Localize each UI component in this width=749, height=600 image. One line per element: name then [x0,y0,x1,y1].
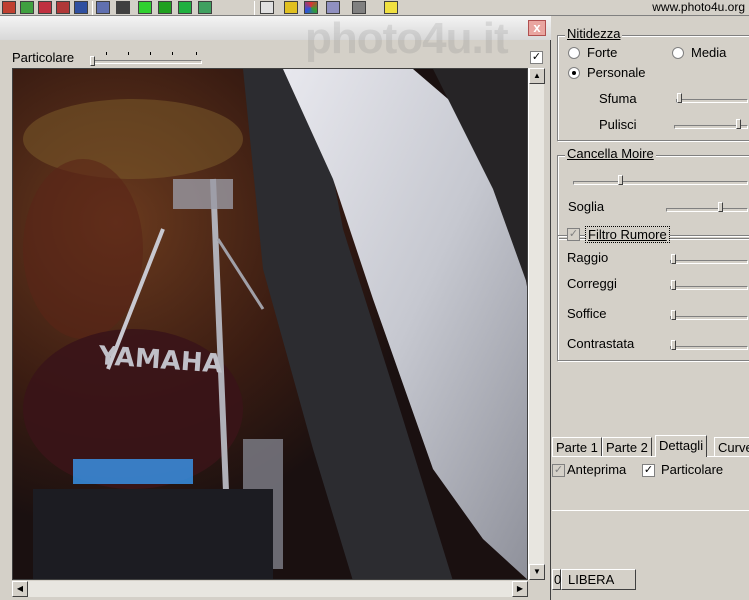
filtro-rumore-checkbox[interactable]: ✓ [567,228,580,241]
nitidezza-title: Nitidezza [565,26,623,41]
soffice-label: Soffice [567,306,607,321]
correggi-slider-thumb[interactable] [671,280,676,290]
soffice-slider[interactable] [670,316,748,320]
correggi-label: Correggi [567,276,617,291]
scroll-right-button[interactable]: ▶ [512,581,528,597]
particolare-slider[interactable] [90,60,202,64]
particolare-option-checkbox[interactable]: ✓ [642,464,655,477]
soffice-slider-thumb[interactable] [671,310,676,320]
anteprima-checkbox[interactable]: ✓ [552,464,565,477]
vertical-scrollbar[interactable]: ▲ ▼ [528,68,545,580]
tool-icon[interactable] [2,1,16,14]
tool-icon[interactable] [158,1,172,14]
pulisci-label: Pulisci [599,117,637,132]
moire-slider[interactable] [573,181,748,185]
tool-icon[interactable] [138,1,152,14]
contrastata-slider-thumb[interactable] [671,340,676,350]
sfuma-slider[interactable] [676,99,748,103]
radio-media[interactable] [672,47,684,59]
scroll-left-button[interactable]: ◀ [12,581,28,597]
libera-button[interactable]: LIBERA [561,569,636,590]
photo-drums: YAMAHA [13,69,527,579]
sfuma-label: Sfuma [599,91,637,106]
tool-icon[interactable] [96,1,110,14]
tab-parte-1[interactable]: Parte 1 [552,437,602,457]
radio-personale-label: Personale [587,65,646,80]
tab-parte-2[interactable]: Parte 2 [602,437,652,457]
particolare-slider-thumb[interactable] [90,56,95,66]
horizontal-scrollbar[interactable]: ◀ ▶ [12,581,528,597]
moire-slider-thumb[interactable] [618,175,623,185]
scroll-up-button[interactable]: ▲ [529,68,545,84]
tool-icon[interactable] [74,1,88,14]
close-button[interactable]: x [528,20,546,36]
preview-window: photo4u.it x Particolare ✓ YAMAHA ▲ ▼ ◀ … [0,14,551,600]
radio-forte[interactable] [568,47,580,59]
tool-icon[interactable] [284,1,298,14]
soglia-slider-thumb[interactable] [718,202,723,212]
partial-button[interactable]: 0 [552,569,561,590]
moire-title: Cancella Moire [565,146,656,161]
raggio-slider[interactable] [670,260,748,264]
anteprima-label: Anteprima [567,462,627,477]
tool-icon[interactable] [352,1,366,14]
particolare-checkbox[interactable]: ✓ [530,51,543,64]
radio-forte-label: Forte [587,45,618,60]
contrastata-slider[interactable] [670,346,748,350]
tool-icon[interactable] [116,1,130,14]
grid-icon[interactable] [260,1,274,14]
raggio-slider-thumb[interactable] [671,254,676,264]
tool-icon[interactable] [20,1,34,14]
preview-image[interactable]: YAMAHA [12,68,528,580]
radio-personale[interactable] [568,67,580,79]
raggio-label: Raggio [567,250,609,265]
tool-icon[interactable] [38,1,52,14]
site-url: www.photo4u.org [652,0,745,14]
correggi-slider[interactable] [670,286,748,290]
tool-icon[interactable] [326,1,340,14]
tool-icon[interactable] [198,1,212,14]
preview-titlebar[interactable]: photo4u.it x [0,14,551,63]
tool-icon[interactable] [178,1,192,14]
color-icon[interactable] [304,1,318,14]
tool-icon[interactable] [56,1,70,14]
soglia-slider[interactable] [666,208,748,212]
sfuma-slider-thumb[interactable] [677,93,682,103]
tab-dettagli[interactable]: Dettagli [655,435,708,457]
pulisci-slider-thumb[interactable] [736,119,741,129]
help-icon[interactable] [384,1,398,14]
watermark: photo4u.it [305,14,509,63]
soglia-label: Soglia [568,199,605,214]
tab-curve[interactable]: Curve [714,437,749,457]
rumore-title[interactable]: Filtro Rumore [585,226,670,243]
particolare-option-label: Particolare [661,462,724,477]
contrastata-label: Contrastata [567,336,635,351]
particolare-label: Particolare [12,50,75,65]
settings-panel: Nitidezza Forte Media Personale Sfuma Pu… [552,16,749,600]
radio-media-label: Media [691,45,727,60]
scroll-down-button[interactable]: ▼ [529,564,545,580]
